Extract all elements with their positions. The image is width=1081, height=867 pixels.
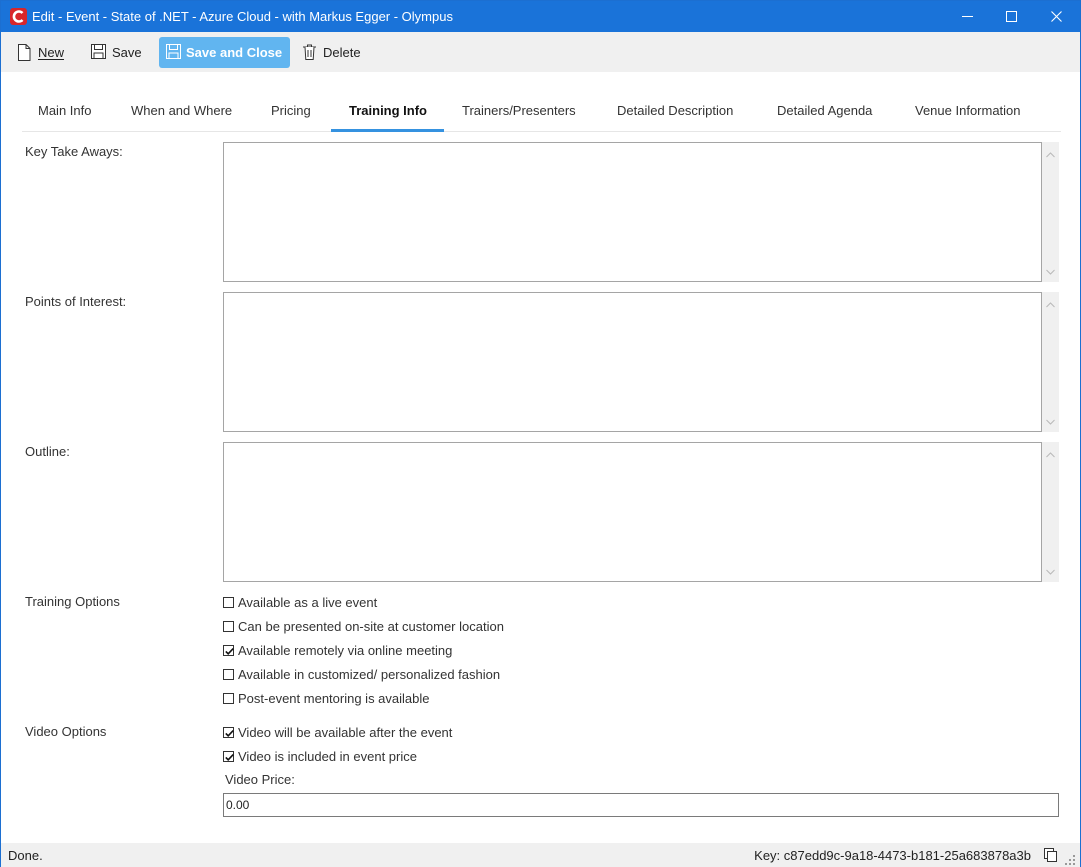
- video-options-label: Video Options: [25, 724, 107, 739]
- points-of-interest-scrollbar[interactable]: [1042, 292, 1059, 432]
- tab-label: Pricing: [271, 103, 311, 118]
- save-icon: [166, 44, 181, 62]
- outline-textarea[interactable]: [223, 442, 1042, 582]
- points-of-interest-textarea[interactable]: [223, 292, 1042, 432]
- points-of-interest-label: Points of Interest:: [25, 294, 127, 309]
- checkmark-icon: [225, 648, 234, 655]
- chevron-up-icon[interactable]: [1046, 146, 1055, 161]
- outline-scrollbar[interactable]: [1042, 442, 1059, 582]
- checkbox-box[interactable]: [223, 727, 234, 738]
- save-and-close-button[interactable]: Save and Close: [159, 37, 290, 68]
- checkbox-label: Video is included in event price: [238, 749, 417, 764]
- tab-venue-information[interactable]: Venue Information: [915, 94, 1025, 131]
- chevron-down-icon[interactable]: [1046, 563, 1055, 578]
- delete-button[interactable]: Delete: [303, 37, 373, 68]
- training-options-label: Training Options: [25, 594, 120, 609]
- maximize-button[interactable]: [989, 1, 1035, 32]
- save-button[interactable]: Save: [91, 37, 151, 68]
- checkbox-box[interactable]: [223, 751, 234, 762]
- new-button[interactable]: New: [17, 37, 77, 68]
- checkbox-label: Available in customized/ personalized fa…: [238, 667, 501, 682]
- checkbox-label: Available as a live event: [238, 595, 378, 610]
- chevron-down-icon[interactable]: [1046, 263, 1055, 278]
- checkmark-icon: [225, 754, 234, 761]
- minimize-button[interactable]: [945, 1, 991, 32]
- new-label: New: [38, 45, 65, 60]
- tab-main-info[interactable]: Main Info: [38, 94, 94, 131]
- resize-grip-icon[interactable]: [1065, 853, 1075, 867]
- checkmark-icon: [225, 730, 234, 737]
- checkbox-label: Video will be available after the event: [238, 725, 453, 740]
- delete-label: Delete: [323, 45, 361, 60]
- checkbox-box[interactable]: [223, 693, 234, 704]
- status-bar: Done. Key: c87edd9c-9a18-4473-b181-25a68…: [1, 843, 1080, 867]
- copy-icon[interactable]: [1044, 848, 1058, 865]
- record-key: Key: c87edd9c-9a18-4473-b181-25a683878a3…: [754, 848, 1031, 863]
- save-icon: [91, 44, 106, 62]
- checkbox-box[interactable]: [223, 597, 234, 608]
- title-bar[interactable]: Edit - Event - State of .NET - Azure Clo…: [1, 1, 1080, 32]
- tab-detailed-agenda[interactable]: Detailed Agenda: [777, 94, 875, 131]
- key-take-aways-label: Key Take Aways:: [25, 144, 123, 159]
- new-document-icon: [17, 44, 31, 64]
- trash-icon: [303, 44, 316, 63]
- checkbox-label: Available remotely via online meeting: [238, 643, 453, 658]
- chevron-up-icon[interactable]: [1046, 446, 1055, 461]
- save-and-close-label: Save and Close: [186, 45, 283, 60]
- tab-pricing[interactable]: Pricing: [271, 94, 311, 131]
- checkbox-box[interactable]: [223, 669, 234, 680]
- tab-label: Detailed Agenda: [777, 103, 873, 118]
- video-price-input[interactable]: [223, 793, 1059, 817]
- chevron-down-icon[interactable]: [1046, 413, 1055, 428]
- tab-training-info[interactable]: Training Info: [331, 94, 444, 132]
- app-logo-icon: [10, 8, 27, 25]
- key-take-aways-scrollbar[interactable]: [1042, 142, 1059, 282]
- outline-label: Outline:: [25, 444, 70, 459]
- edit-event-window: Edit - Event - State of .NET - Azure Clo…: [0, 0, 1081, 867]
- window-title: Edit - Event - State of .NET - Azure Clo…: [32, 9, 453, 24]
- tab-label: Trainers/Presenters: [462, 103, 576, 118]
- tab-label: Main Info: [38, 103, 92, 118]
- close-button[interactable]: [1034, 1, 1080, 32]
- checkbox-label: Can be presented on-site at customer loc…: [238, 619, 504, 634]
- tab-strip: Main Info When and Where Pricing Trainin…: [22, 94, 1061, 132]
- tab-label: Venue Information: [915, 103, 1021, 118]
- tab-detailed-description[interactable]: Detailed Description: [617, 94, 737, 131]
- key-take-aways-textarea[interactable]: [223, 142, 1042, 282]
- checkbox-box[interactable]: [223, 621, 234, 632]
- toolbar: New Save Save and Close Delete: [1, 32, 1080, 72]
- chevron-up-icon[interactable]: [1046, 296, 1055, 311]
- tab-trainers-presenters[interactable]: Trainers/Presenters: [462, 94, 577, 131]
- status-text: Done.: [8, 848, 43, 863]
- tab-label: Training Info: [349, 103, 427, 118]
- checkbox-label: Post-event mentoring is available: [238, 691, 430, 706]
- checkbox-box[interactable]: [223, 645, 234, 656]
- tab-label: When and Where: [131, 103, 233, 118]
- save-label: Save: [112, 45, 142, 60]
- tab-label: Detailed Description: [617, 103, 734, 118]
- tab-when-and-where[interactable]: When and Where: [131, 94, 234, 131]
- video-price-label: Video Price:: [225, 772, 295, 787]
